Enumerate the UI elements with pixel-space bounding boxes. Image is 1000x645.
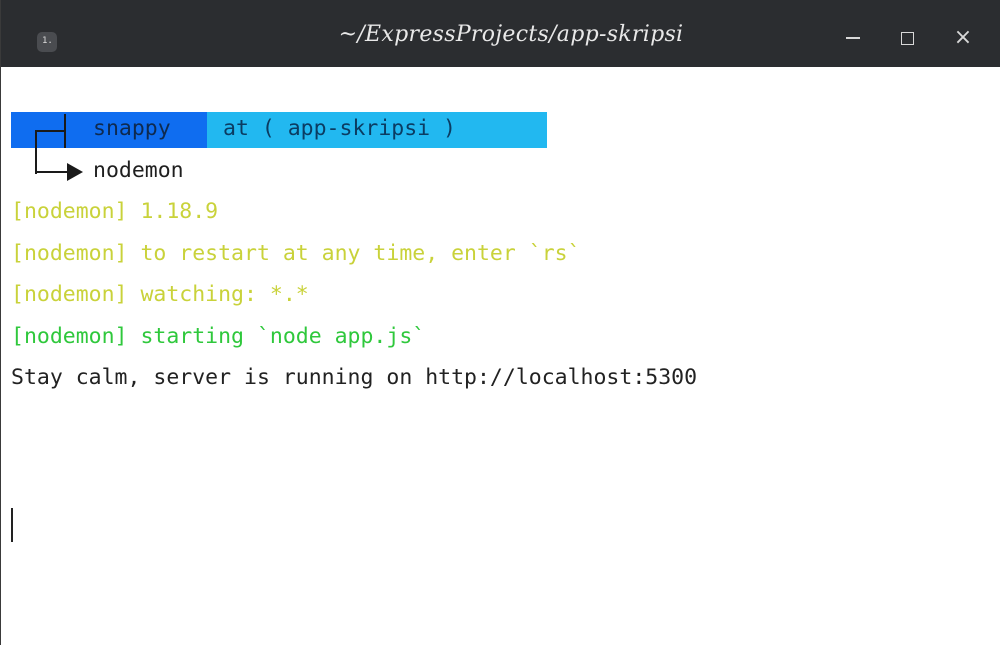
- window-title: ~/ExpressProjects/app-skripsi: [338, 22, 684, 47]
- output-line: [nodemon] watching: *.*: [11, 282, 309, 307]
- close-button[interactable]: ×: [947, 24, 979, 52]
- prompt-arrow-icon: [67, 162, 83, 181]
- output-line: [nodemon] to restart at any time, enter …: [11, 240, 581, 266]
- prompt-arrow-line: [35, 170, 69, 173]
- output-line: [nodemon] 1.18.9: [11, 199, 219, 224]
- minimize-button[interactable]: [837, 24, 869, 52]
- prompt-line: snappy at ( app-skripsi ): [11, 108, 996, 174]
- terminal-output[interactable]: snappy at ( app-skripsi ) nodemon [nodem…: [11, 108, 996, 638]
- terminal-app-icon[interactable]: 1.: [37, 32, 57, 52]
- maximize-icon: [900, 31, 914, 45]
- prompt-connector-vertical: [64, 114, 66, 148]
- prompt-location: at ( app-skripsi ): [223, 116, 456, 141]
- output-line: [nodemon] starting `node app.js`: [11, 323, 426, 349]
- prompt-connector-horizontal: [35, 130, 65, 132]
- prompt-user: snappy: [93, 116, 171, 141]
- close-icon: ×: [953, 25, 973, 50]
- title-bar[interactable]: 1. ~/ExpressProjects/app-skripsi ×: [1, 0, 1000, 67]
- maximize-button[interactable]: [891, 24, 923, 52]
- command-line: nodemon: [11, 150, 996, 192]
- command-text: nodemon: [93, 157, 184, 183]
- app-icon-glyph: 1.: [42, 36, 53, 46]
- terminal-window: 1. ~/ExpressProjects/app-skripsi × snapp…: [0, 0, 1000, 645]
- text-cursor: [11, 508, 13, 542]
- output-line: Stay calm, server is running on http://l…: [11, 365, 698, 390]
- minimize-icon: [846, 37, 860, 39]
